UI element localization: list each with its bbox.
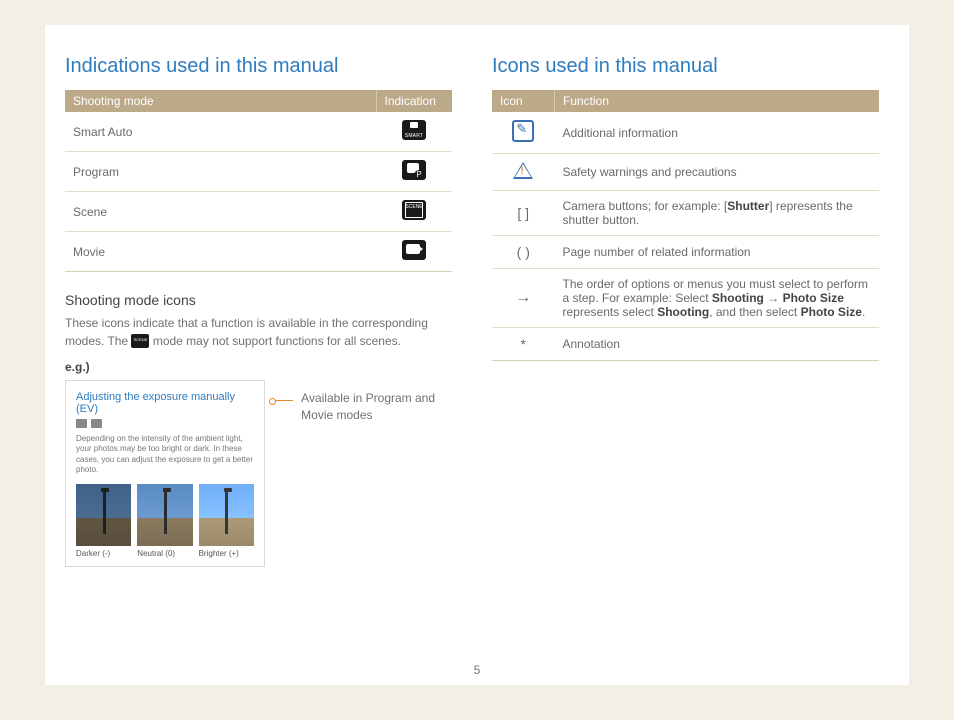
table-row: Additional information — [492, 112, 879, 154]
bold-text: Photo Size — [801, 305, 862, 319]
example-box: Adjusting the exposure manually (EV) Dep… — [65, 380, 265, 567]
function-cell: The order of options or menus you must s… — [555, 269, 880, 328]
mode-cell: Smart Auto — [65, 112, 376, 152]
example-wrapper: Adjusting the exposure manually (EV) Dep… — [65, 380, 452, 567]
bold-text: Shutter — [727, 199, 769, 213]
table-row: Smart Auto — [65, 112, 452, 152]
th-icon: Icon — [492, 90, 555, 112]
arrow-symbol: → — [492, 269, 555, 328]
parens-symbol: ( ) — [492, 236, 555, 269]
icon-cell — [492, 154, 555, 191]
bold-text: Photo Size — [783, 291, 844, 305]
smart-auto-icon — [402, 120, 426, 140]
text: → — [764, 291, 783, 305]
shooting-mode-table: Shooting mode Indication Smart Auto Prog… — [65, 90, 452, 272]
text: . — [862, 305, 865, 319]
program-mini-icon — [76, 419, 87, 428]
icons-table: Icon Function Additional information Saf… — [492, 90, 879, 361]
info-icon — [512, 120, 534, 142]
subheading-shooting-icons: Shooting mode icons — [65, 292, 452, 308]
function-cell: Additional information — [555, 112, 880, 154]
example-title: Adjusting the exposure manually (EV) — [76, 391, 254, 428]
warning-icon — [513, 162, 533, 179]
thumb-image — [137, 484, 192, 546]
table-row: Program — [65, 152, 452, 192]
th-indication: Indication — [376, 90, 452, 112]
example-title-text: Adjusting the exposure manually (EV) — [76, 391, 254, 415]
desc-text-after: mode may not support functions for all s… — [153, 334, 401, 348]
shooting-icons-desc: These icons indicate that a function is … — [65, 314, 452, 350]
function-cell: Camera buttons; for example: [Shutter] r… — [555, 191, 880, 236]
table-row: ( ) Page number of related information — [492, 236, 879, 269]
scene-inline-icon — [131, 334, 149, 348]
mode-cell: Movie — [65, 232, 376, 272]
scene-icon — [402, 200, 426, 220]
text: represents select — [563, 305, 658, 319]
thumb-darker: Darker (-) — [76, 484, 131, 558]
manual-page: Indications used in this manual Shooting… — [45, 25, 909, 685]
example-label: e.g.) — [65, 360, 452, 374]
callout-text: Available in Program and Movie modes — [301, 390, 452, 424]
function-cell: Safety warnings and precautions — [555, 154, 880, 191]
mode-cell: Scene — [65, 192, 376, 232]
thumb-label: Brighter (+) — [199, 549, 254, 558]
indication-cell — [376, 112, 452, 152]
thumb-image — [199, 484, 254, 546]
thumb-label: Neutral (0) — [137, 549, 192, 558]
example-thumbnails: Darker (-) Neutral (0) Brighter (+) — [76, 484, 254, 558]
left-column: Indications used in this manual Shooting… — [65, 55, 452, 675]
indication-cell — [376, 152, 452, 192]
movie-mini-icon — [91, 419, 102, 428]
thumb-label: Darker (-) — [76, 549, 131, 558]
table-row: Movie — [65, 232, 452, 272]
thumb-brighter: Brighter (+) — [199, 484, 254, 558]
bold-text: Shooting — [657, 305, 709, 319]
bold-text: Shooting — [712, 291, 764, 305]
left-heading: Indications used in this manual — [65, 55, 452, 78]
table-header-row: Icon Function — [492, 90, 879, 112]
function-cell: Page number of related information — [555, 236, 880, 269]
page-number: 5 — [45, 663, 909, 677]
right-column: Icons used in this manual Icon Function … — [492, 55, 879, 675]
table-row: Scene — [65, 192, 452, 232]
right-heading: Icons used in this manual — [492, 55, 879, 78]
text: Camera buttons; for example: [ — [563, 199, 728, 213]
table-header-row: Shooting mode Indication — [65, 90, 452, 112]
th-shooting-mode: Shooting mode — [65, 90, 376, 112]
movie-icon — [402, 240, 426, 260]
table-row: Safety warnings and precautions — [492, 154, 879, 191]
indication-cell — [376, 232, 452, 272]
callout-leader-line — [273, 400, 293, 401]
table-row: → The order of options or menus you must… — [492, 269, 879, 328]
mode-cell: Program — [65, 152, 376, 192]
thumb-image — [76, 484, 131, 546]
indication-cell — [376, 192, 452, 232]
thumb-neutral: Neutral (0) — [137, 484, 192, 558]
table-row: [ ] Camera buttons; for example: [Shutte… — [492, 191, 879, 236]
program-icon — [402, 160, 426, 180]
th-function: Function — [555, 90, 880, 112]
star-symbol: * — [492, 328, 555, 361]
icon-cell — [492, 112, 555, 154]
brackets-symbol: [ ] — [492, 191, 555, 236]
table-row: * Annotation — [492, 328, 879, 361]
text: , and then select — [709, 305, 800, 319]
function-cell: Annotation — [555, 328, 880, 361]
example-desc: Depending on the intensity of the ambien… — [76, 434, 254, 476]
